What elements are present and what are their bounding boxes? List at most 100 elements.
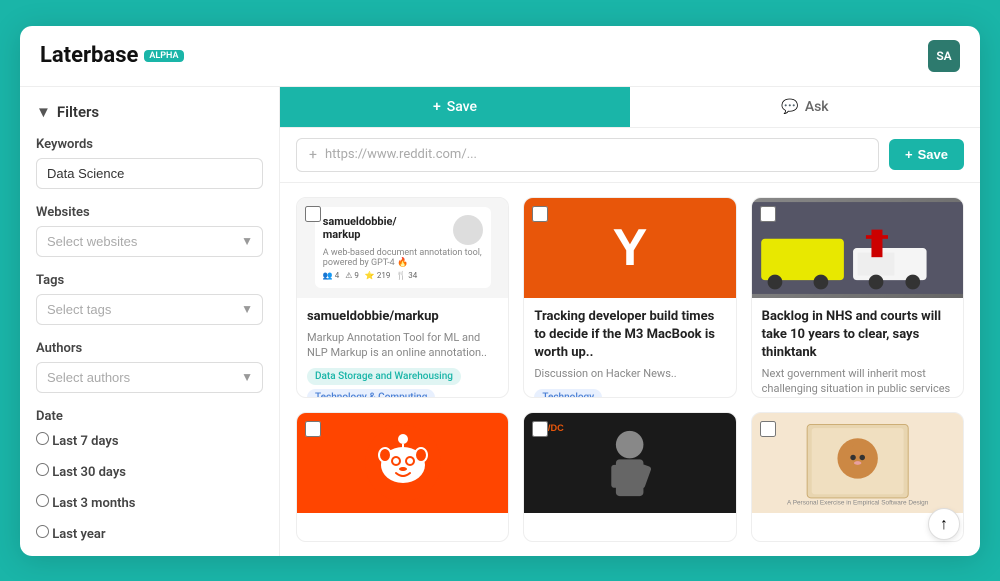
url-placeholder: https://www.reddit.com/... [325,147,477,162]
scroll-top-button[interactable]: ↑ [928,508,960,540]
card-markup-image: samueldobbie/markup A web-based document… [297,198,508,298]
authors-select-wrapper: Select authors ▼ [36,362,263,393]
authors-section: Authors Select authors ▼ [36,341,263,393]
keywords-input[interactable] [36,158,263,189]
markup-stars: ⭐ 219 [365,271,390,280]
date-7days-radio[interactable] [36,432,49,445]
card-reddit-body [297,513,508,541]
card-nhs-checkbox[interactable] [760,206,776,222]
card-macbook-image: Y [524,198,735,298]
card-reddit-checkbox[interactable] [305,421,321,437]
card-macbook-body: Tracking developer build times to decide… [524,298,735,398]
url-bar: + https://www.reddit.com/... [296,138,879,172]
date-label: Date [36,409,263,424]
main-layout: ▼ Filters Keywords Websites Select websi… [20,87,980,556]
tag-data-storage: Data Storage and Warehousing [307,368,461,385]
card-wwdc-checkbox[interactable] [532,421,548,437]
ycombinator-logo: Y [590,213,670,283]
avatar[interactable]: SA [928,40,960,72]
card-book-image: A Personal Exercise in Empirical Softwar… [752,413,963,513]
logo-text: Laterbase [40,43,138,68]
authors-select[interactable]: Select authors [36,362,263,393]
chat-icon: 💬 [781,99,798,115]
date-radio-group: Last 7 days Last 30 days Last 3 months L… [36,432,263,550]
url-plus-icon: + [309,147,317,163]
card-book-header: A Personal Exercise in Empirical Softwar… [752,413,963,513]
date-3months-radio[interactable] [36,494,49,507]
arrow-up-icon: ↑ [940,514,948,534]
card-markup-checkbox[interactable] [305,206,321,222]
date-section: Date Last 7 days Last 30 days Last 3 mon… [36,409,263,550]
card-wwdc-body [524,513,735,541]
card-nhs[interactable]: Backlog in NHS and courts will take 10 y… [751,197,964,398]
date-30days-label: Last 30 days [52,465,126,480]
card-nhs-body: Backlog in NHS and courts will take 10 y… [752,298,963,398]
tags-section: Tags Select tags ▼ [36,273,263,325]
card-book-checkbox[interactable] [760,421,776,437]
markup-preview: samueldobbie/markup A web-based document… [315,207,491,288]
date-lastyear[interactable]: Last year [36,525,263,542]
card-wwdc[interactable]: WWDC [523,412,736,542]
websites-section: Websites Select websites ▼ [36,205,263,257]
reddit-snoo-icon [363,423,443,503]
header: Laterbase ALPHA SA [20,26,980,87]
app-container: Laterbase ALPHA SA ▼ Filters Keywords We… [20,26,980,556]
nhs-image-overlay [752,198,963,298]
websites-select-wrapper: Select websites ▼ [36,226,263,257]
card-macbook[interactable]: Y Tracking developer build times to deci… [523,197,736,398]
markup-issues: ⚠ 9 [345,271,359,280]
url-bar-area: + https://www.reddit.com/... + Save [280,128,980,183]
card-reddit-header [297,413,508,513]
tags-select-wrapper: Select tags ▼ [36,294,263,325]
wwdc-scene: WWDC [524,413,735,513]
card-nhs-title: Backlog in NHS and courts will take 10 y… [762,308,953,363]
card-markup-body: samueldobbie/markup Markup Annotation To… [297,298,508,398]
card-nhs-desc: Next government will inherit most challe… [762,366,953,397]
tag-technology: Technology [534,389,602,397]
markup-stats: 👥 4 ⚠ 9 ⭐ 219 🍴 34 [323,271,483,280]
date-7days[interactable]: Last 7 days [36,432,263,449]
markup-preview-title: samueldobbie/markup [323,215,397,241]
content-wrapper: samueldobbie/markup A web-based document… [280,183,980,556]
card-macbook-header: Y [524,198,735,298]
date-lastyear-label: Last year [52,527,105,542]
card-macbook-title: Tracking developer build times to decide… [534,308,725,363]
markup-forks: 🍴 34 [396,271,417,280]
date-lastyear-radio[interactable] [36,525,49,538]
plus-icon: + [433,99,441,115]
tab-ask-label: Ask [805,99,829,115]
url-save-button[interactable]: + Save [889,139,964,170]
tags-label: Tags [36,273,263,288]
url-save-plus-icon: + [905,147,913,162]
svg-text:Y: Y [613,219,648,277]
cards-grid: samueldobbie/markup A web-based document… [280,183,980,556]
date-30days[interactable]: Last 30 days [36,463,263,480]
card-markup[interactable]: samueldobbie/markup A web-based document… [296,197,509,398]
logo: Laterbase ALPHA [40,43,184,68]
authors-label: Authors [36,341,263,356]
date-30days-radio[interactable] [36,463,49,476]
sidebar: ▼ Filters Keywords Websites Select websi… [20,87,280,556]
svg-text:A Personal Exercise in Empiric: A Personal Exercise in Empirical Softwar… [787,499,929,506]
tab-ask[interactable]: 💬 Ask [630,87,980,127]
date-3months[interactable]: Last 3 months [36,494,263,511]
filters-title: ▼ Filters [36,103,263,121]
tab-save[interactable]: + Save [280,87,630,127]
url-save-label: Save [918,147,948,162]
websites-select[interactable]: Select websites [36,226,263,257]
card-nhs-header [752,198,963,298]
markup-contributors: 👥 4 [323,271,339,280]
tags-select[interactable]: Select tags [36,294,263,325]
card-macbook-checkbox[interactable] [532,206,548,222]
logo-badge: ALPHA [144,50,183,62]
markup-preview-header: samueldobbie/markup [323,215,483,245]
tabs-bar: + Save 💬 Ask [280,87,980,128]
markup-avatar [453,215,483,245]
card-reddit[interactable] [296,412,509,542]
date-7days-label: Last 7 days [52,434,118,449]
filter-icon: ▼ [36,103,51,121]
content-area: + Save 💬 Ask + https://www.reddit.com/..… [280,87,980,556]
book-scene: A Personal Exercise in Empirical Softwar… [752,413,963,513]
card-nhs-image [752,198,963,298]
ambulance-scene [752,198,963,298]
